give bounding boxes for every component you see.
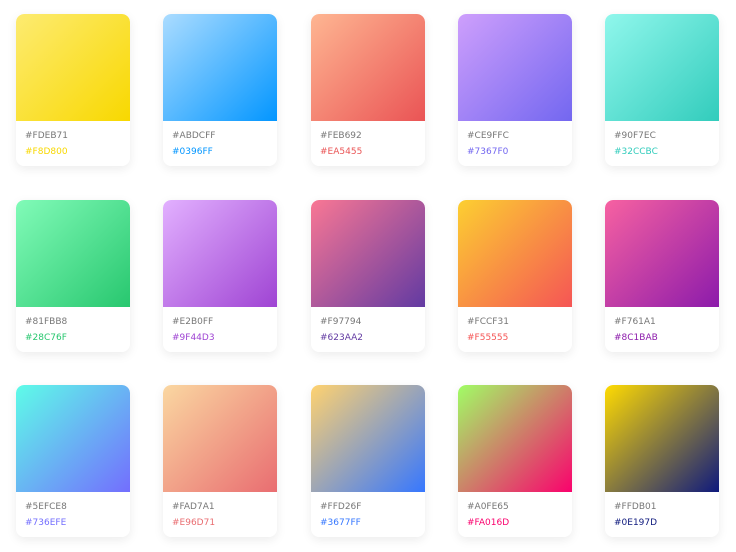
gradient-card[interactable]: #CE9FFC #7367F0: [458, 14, 572, 166]
to-color-code[interactable]: #7367F0: [467, 147, 508, 157]
gradient-swatch[interactable]: [458, 385, 572, 492]
gradient-card[interactable]: #FFDB01 #0E197D: [605, 385, 719, 537]
gradient-card[interactable]: #F761A1 #8C1BAB: [605, 200, 719, 352]
from-color-code[interactable]: #FFD26F: [320, 502, 361, 512]
from-color-code[interactable]: #ABDCFF: [172, 131, 215, 141]
to-color-code[interactable]: #0E197D: [614, 518, 657, 528]
gradient-swatch[interactable]: [311, 385, 425, 492]
to-color-code[interactable]: #9F44D3: [172, 333, 215, 343]
gradient-swatch[interactable]: [605, 14, 719, 121]
gradient-swatch[interactable]: [458, 14, 572, 121]
from-color-code[interactable]: #5EFCE8: [25, 502, 67, 512]
gradient-card[interactable]: #5EFCE8 #736EFE: [16, 385, 130, 537]
from-color-code[interactable]: #F761A1: [614, 317, 656, 327]
to-color-code[interactable]: #8C1BAB: [614, 333, 658, 343]
gradient-swatch[interactable]: [605, 385, 719, 492]
gradient-swatch[interactable]: [16, 14, 130, 121]
to-color-code[interactable]: #F8D800: [25, 147, 68, 157]
from-color-code[interactable]: #FAD7A1: [172, 502, 215, 512]
gradient-swatch[interactable]: [605, 200, 719, 307]
gradient-card[interactable]: #81FBB8 #28C76F: [16, 200, 130, 352]
to-color-code[interactable]: #736EFE: [25, 518, 66, 528]
gradient-swatch[interactable]: [163, 385, 277, 492]
gradient-swatch[interactable]: [458, 200, 572, 307]
gradient-swatch[interactable]: [311, 200, 425, 307]
from-color-code[interactable]: #F97794: [320, 317, 361, 327]
to-color-code[interactable]: #E96D71: [172, 518, 215, 528]
to-color-code[interactable]: #FA016D: [467, 518, 509, 528]
from-color-code[interactable]: #FCCF31: [467, 317, 509, 327]
gradient-card[interactable]: #F97794 #623AA2: [311, 200, 425, 352]
gradient-swatch[interactable]: [163, 200, 277, 307]
to-color-code[interactable]: #32CCBC: [614, 147, 658, 157]
gradient-card[interactable]: #90F7EC #32CCBC: [605, 14, 719, 166]
to-color-code[interactable]: #28C76F: [25, 333, 67, 343]
from-color-code[interactable]: #FFDB01: [614, 502, 656, 512]
from-color-code[interactable]: #90F7EC: [614, 131, 656, 141]
gradient-swatch[interactable]: [311, 14, 425, 121]
gradient-card[interactable]: #FAD7A1 #E96D71: [163, 385, 277, 537]
from-color-code[interactable]: #FDEB71: [25, 131, 68, 141]
to-color-code[interactable]: #F55555: [467, 333, 508, 343]
from-color-code[interactable]: #FEB692: [320, 131, 362, 141]
to-color-code[interactable]: #3677FF: [320, 518, 361, 528]
to-color-code[interactable]: #623AA2: [320, 333, 363, 343]
to-color-code[interactable]: #0396FF: [172, 147, 213, 157]
gradient-card[interactable]: #FFD26F #3677FF: [311, 385, 425, 537]
from-color-code[interactable]: #81FBB8: [25, 317, 67, 327]
gradient-card[interactable]: #FCCF31 #F55555: [458, 200, 572, 352]
to-color-code[interactable]: #EA5455: [320, 147, 362, 157]
gradient-swatch[interactable]: [16, 200, 130, 307]
from-color-code[interactable]: #E2B0FF: [172, 317, 213, 327]
gradient-card[interactable]: #FDEB71 #F8D800: [16, 14, 130, 166]
gradient-swatch[interactable]: [16, 385, 130, 492]
from-color-code[interactable]: #A0FE65: [467, 502, 509, 512]
gradient-card[interactable]: #ABDCFF #0396FF: [163, 14, 277, 166]
from-color-code[interactable]: #CE9FFC: [467, 131, 509, 141]
gradient-card[interactable]: #A0FE65 #FA016D: [458, 385, 572, 537]
gradient-swatch[interactable]: [163, 14, 277, 121]
gradient-card[interactable]: #E2B0FF #9F44D3: [163, 200, 277, 352]
gradient-card[interactable]: #FEB692 #EA5455: [311, 14, 425, 166]
